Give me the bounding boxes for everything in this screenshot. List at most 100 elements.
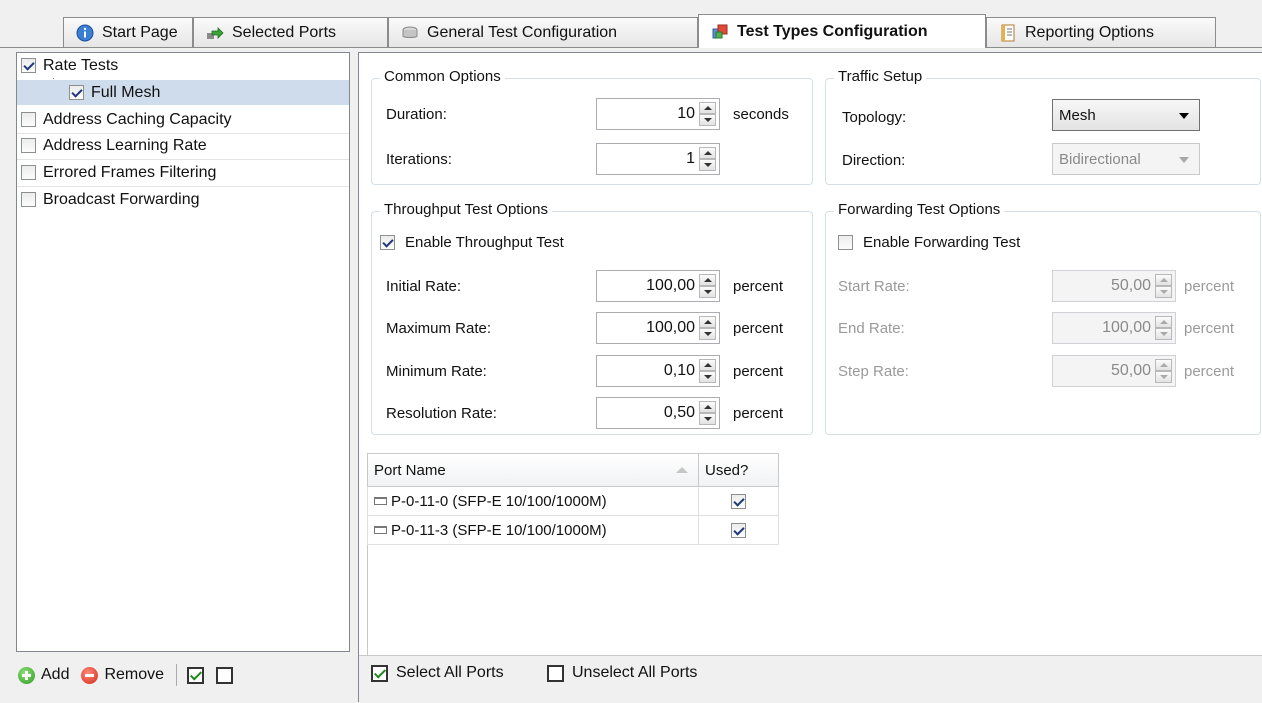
spin-down-icon[interactable] — [699, 413, 716, 425]
unselect-all-icon — [547, 664, 564, 682]
tree-item-errored-frames-filtering[interactable]: Errored Frames Filtering — [19, 160, 349, 185]
test-type-tree[interactable]: Rate Tests Full Mesh Address Caching Cap… — [16, 52, 350, 652]
spin-up-icon[interactable] — [699, 102, 716, 114]
tree-item-address-learning-rate[interactable]: Address Learning Rate — [19, 133, 349, 158]
topology-label: Topology: — [842, 109, 907, 126]
spin-down-icon[interactable] — [1155, 328, 1172, 340]
table-row[interactable]: P-0-11-3 (SFP-E 10/100/1000M) — [367, 516, 699, 545]
tab-test-types-configuration[interactable]: Test Types Configuration — [698, 14, 986, 48]
throughput-options-group: Throughput Test Options Enable Throughpu… — [371, 201, 813, 435]
end-rate-label: End Rate: — [838, 320, 905, 337]
spin-up-icon[interactable] — [699, 274, 716, 286]
used-cell[interactable] — [698, 516, 779, 545]
start-rate-spinner[interactable]: 50,00 — [1052, 270, 1176, 302]
tree-item-full-mesh[interactable]: Full Mesh — [17, 80, 349, 105]
direction-label: Direction: — [842, 152, 906, 169]
tree-item-rate-tests[interactable]: Rate Tests — [19, 53, 349, 78]
address-learning-checkbox[interactable] — [21, 138, 36, 153]
spin-up-icon[interactable] — [1155, 359, 1172, 371]
forwarding-options-title: Forwarding Test Options — [834, 201, 1005, 218]
spin-up-icon[interactable] — [1155, 316, 1172, 328]
toolbar-separator — [176, 664, 178, 686]
common-options-title: Common Options — [380, 68, 505, 85]
report-icon — [999, 24, 1017, 42]
iterations-label: Iterations: — [386, 151, 452, 168]
chevron-down-icon — [1179, 157, 1189, 163]
enable-forwarding-check[interactable] — [838, 235, 853, 250]
ports-arrow-icon — [206, 24, 224, 42]
remove-button[interactable]: Remove — [81, 666, 164, 684]
enable-forwarding-checkbox[interactable]: Enable Forwarding Test — [838, 234, 1020, 251]
table-row[interactable]: P-0-11-0 (SFP-E 10/100/1000M) — [367, 487, 699, 516]
forwarding-options-group: Forwarding Test Options Enable Forwardin… — [825, 201, 1261, 435]
enable-throughput-checkbox[interactable]: Enable Throughput Test — [380, 234, 564, 251]
port-icon — [374, 526, 387, 534]
duration-label: Duration: — [386, 106, 447, 123]
end-rate-spinner[interactable]: 100,00 — [1052, 312, 1176, 344]
port-name-header[interactable]: Port Name — [367, 453, 699, 487]
topology-dropdown[interactable]: Mesh — [1052, 99, 1200, 131]
full-mesh-checkbox[interactable] — [69, 85, 84, 100]
maximum-rate-spinner[interactable]: 100,00 — [596, 312, 720, 344]
step-rate-spinner[interactable]: 50,00 — [1052, 355, 1176, 387]
broadcast-forwarding-checkbox[interactable] — [21, 192, 36, 207]
enable-throughput-check[interactable] — [380, 235, 395, 250]
add-button[interactable]: Add — [18, 666, 69, 684]
spin-down-icon[interactable] — [699, 114, 716, 126]
used-checkbox[interactable] — [731, 522, 746, 538]
spin-up-icon[interactable] — [1155, 274, 1172, 286]
iterations-spinner[interactable]: 1 — [596, 143, 720, 175]
maximum-rate-label: Maximum Rate: — [386, 320, 492, 337]
minimum-rate-unit: percent — [733, 363, 784, 380]
tab-general-test-configuration[interactable]: General Test Configuration — [388, 17, 698, 47]
start-rate-unit: percent — [1184, 278, 1235, 295]
minimum-rate-spinner[interactable]: 0,10 — [596, 355, 720, 387]
spin-up-icon[interactable] — [699, 359, 716, 371]
port-selection-bar: Select All Ports Unselect All Ports — [359, 655, 1262, 703]
initial-rate-label: Initial Rate: — [386, 278, 462, 295]
minimum-rate-label: Minimum Rate: — [386, 363, 487, 380]
test-types-icon — [711, 23, 729, 41]
address-caching-checkbox[interactable] — [21, 112, 36, 127]
left-toolbar: Add Remove — [18, 660, 245, 690]
unselect-all-ports-button[interactable]: Unselect All Ports — [547, 664, 697, 682]
check-all-button[interactable] — [187, 666, 205, 684]
tab-start-page[interactable]: Start Page — [63, 17, 193, 47]
tab-reporting-options[interactable]: Reporting Options — [986, 17, 1216, 47]
spin-down-icon[interactable] — [1155, 371, 1172, 383]
spin-down-icon[interactable] — [699, 286, 716, 298]
step-rate-label: Step Rate: — [838, 363, 909, 380]
traffic-setup-group: Traffic Setup Topology: Mesh Direction: … — [825, 68, 1261, 185]
end-rate-unit: percent — [1184, 320, 1235, 337]
spin-up-icon[interactable] — [699, 316, 716, 328]
start-rate-label: Start Rate: — [838, 278, 910, 295]
spin-down-icon[interactable] — [699, 328, 716, 340]
tree-item-address-caching-capacity[interactable]: Address Caching Capacity — [19, 107, 349, 132]
resolution-rate-spinner[interactable]: 0,50 — [596, 397, 720, 429]
select-all-ports-button[interactable]: Select All Ports — [371, 664, 504, 682]
info-icon — [76, 24, 94, 42]
used-checkbox[interactable] — [731, 493, 746, 509]
used-cell[interactable] — [698, 487, 779, 516]
resolution-rate-label: Resolution Rate: — [386, 405, 497, 422]
common-options-group: Common Options Duration: 10 seconds Iter… — [371, 68, 813, 185]
spin-down-icon[interactable] — [699, 371, 716, 383]
rate-tests-checkbox[interactable] — [21, 58, 36, 73]
initial-rate-spinner[interactable]: 100,00 — [596, 270, 720, 302]
tab-baseline — [0, 47, 1262, 48]
used-header[interactable]: Used? — [698, 453, 779, 487]
tab-selected-ports[interactable]: Selected Ports — [193, 17, 388, 47]
chevron-down-icon — [1179, 113, 1189, 119]
traffic-setup-title: Traffic Setup — [834, 68, 927, 85]
spin-down-icon[interactable] — [1155, 286, 1172, 298]
add-icon — [18, 666, 35, 684]
direction-dropdown[interactable]: Bidirectional — [1052, 143, 1200, 175]
spin-up-icon[interactable] — [699, 401, 716, 413]
spin-up-icon[interactable] — [699, 147, 716, 159]
uncheck-all-button[interactable] — [216, 666, 234, 684]
tree-item-broadcast-forwarding[interactable]: Broadcast Forwarding — [19, 187, 349, 212]
spin-down-icon[interactable] — [699, 159, 716, 171]
throughput-options-title: Throughput Test Options — [380, 201, 552, 218]
duration-spinner[interactable]: 10 — [596, 98, 720, 130]
errored-frames-checkbox[interactable] — [21, 165, 36, 180]
